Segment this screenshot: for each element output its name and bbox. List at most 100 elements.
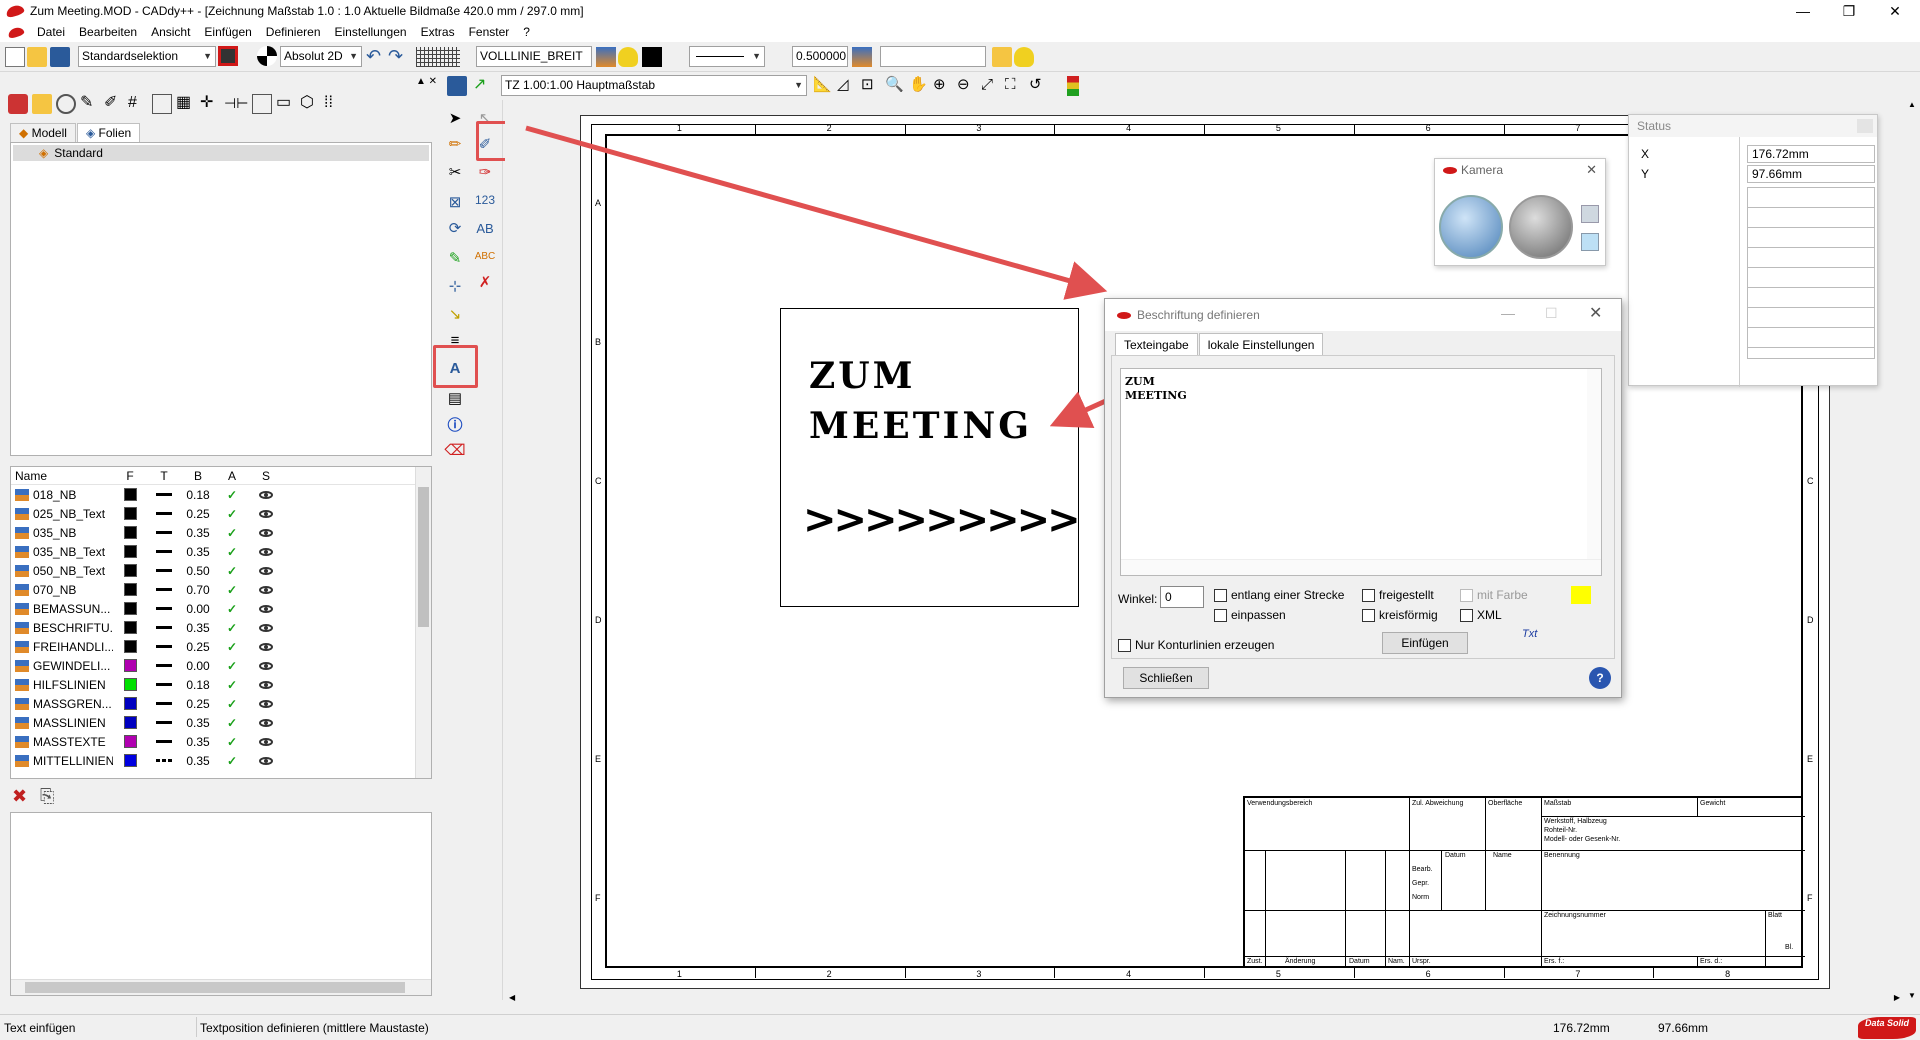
horizontal-scrollbar[interactable] (11, 979, 431, 995)
mit-farbe-checkbox[interactable]: mit Farbe (1460, 588, 1528, 603)
layer-visible-eye-icon[interactable] (249, 545, 283, 559)
layer-width[interactable]: 0.00 (181, 602, 215, 616)
layer-color-cell[interactable] (113, 545, 147, 558)
delete-icon[interactable] (8, 94, 28, 114)
redo-icon[interactable]: ↷ (388, 47, 408, 67)
pencil-icon[interactable]: ✎ (80, 94, 100, 114)
hatch-tool-icon[interactable]: ▤ (443, 386, 467, 410)
col-f[interactable]: F (113, 469, 147, 483)
layer-visible-eye-icon[interactable] (249, 621, 283, 635)
layer-visible-eye-icon[interactable] (249, 564, 283, 578)
col-b[interactable]: B (181, 469, 215, 483)
drawing-text-zum[interactable]: ZUM (809, 355, 916, 397)
layer-active-check-icon[interactable]: ✓ (215, 678, 249, 692)
color-swatch[interactable] (1571, 586, 1591, 604)
tab-lokale-einstellungen[interactable]: lokale Einstellungen (1198, 333, 1324, 356)
help-icon[interactable]: ? (1589, 667, 1611, 689)
printer-icon[interactable] (447, 76, 467, 96)
scroll-right-icon[interactable]: ▶ (1894, 993, 1900, 1002)
layer-width[interactable]: 0.25 (181, 697, 215, 711)
layer-color-cell[interactable] (113, 716, 147, 729)
menu-einfuegen[interactable]: Einfügen (197, 25, 258, 39)
layer-width[interactable]: 0.00 (181, 659, 215, 673)
snap-mode-icon[interactable] (257, 46, 277, 66)
freigestellt-checkbox[interactable]: freigestellt (1362, 588, 1434, 603)
layer-width[interactable]: 0.18 (181, 678, 215, 692)
layer-icon[interactable] (596, 47, 616, 67)
status-close-button[interactable] (1857, 119, 1873, 133)
zoom-fit-icon[interactable]: ⛶ (1005, 76, 1025, 96)
close-button[interactable]: ✕ (1872, 0, 1918, 22)
layer-color-cell[interactable] (113, 488, 147, 501)
col-t[interactable]: T (147, 469, 181, 483)
dimension-tool-icon[interactable]: ↘ (443, 302, 467, 326)
layer-active-check-icon[interactable]: ✓ (215, 659, 249, 673)
layer-visible-eye-icon[interactable] (249, 583, 283, 597)
layer-width[interactable]: 0.25 (181, 640, 215, 654)
layer-row[interactable]: 018_NB 0.18 ✓ (11, 485, 431, 504)
layer-width[interactable]: 0.35 (181, 621, 215, 635)
text-input-area[interactable]: ZUM MEETING (1120, 368, 1602, 576)
zoom-icon[interactable]: 🔍 (885, 76, 905, 96)
pin-icon[interactable]: ▲ ✕ (416, 76, 437, 87)
tree-item-standard[interactable]: ◈ Standard (13, 145, 429, 161)
layer-linetype-cell[interactable] (147, 588, 181, 591)
drawing-vscroll[interactable]: ▲ ▼ (1904, 100, 1920, 1000)
menu-einstellungen[interactable]: Einstellungen (328, 25, 414, 39)
layer-active-check-icon[interactable]: ✓ (215, 488, 249, 502)
menu-datei[interactable]: Datei (30, 25, 72, 39)
layer-visible-eye-icon[interactable] (249, 507, 283, 521)
menu-ansicht[interactable]: Ansicht (144, 25, 197, 39)
table-icon[interactable] (152, 94, 172, 114)
triangle-icon[interactable]: ◿ (837, 76, 857, 96)
layer-active-check-icon[interactable]: ✓ (215, 602, 249, 616)
tab-folien[interactable]: ◈ Folien (76, 123, 141, 142)
layer-active-check-icon[interactable]: ✓ (215, 754, 249, 768)
layer-active-check-icon[interactable]: ✓ (215, 545, 249, 559)
layer-active-check-icon[interactable]: ✓ (215, 621, 249, 635)
txt-import-icon[interactable]: Txt (1522, 628, 1537, 640)
save-icon[interactable] (50, 47, 70, 67)
einfuegen-button[interactable]: Einfügen (1382, 632, 1468, 654)
layer-visible-eye-icon[interactable] (249, 735, 283, 749)
entlang-checkbox[interactable]: entlang einer Strecke (1214, 588, 1344, 603)
layer-width[interactable]: 0.50 (181, 564, 215, 578)
color-black-icon[interactable] (642, 47, 662, 67)
layer-visible-eye-icon[interactable] (249, 526, 283, 540)
redraw-icon[interactable]: ↺ (1029, 76, 1049, 96)
layer-active-check-icon[interactable]: ✓ (215, 564, 249, 578)
col-s[interactable]: S (249, 469, 283, 483)
pencil-tool-icon[interactable]: ✏ (443, 132, 467, 156)
text-hscroll[interactable] (1121, 559, 1601, 575)
selection-filter-icon[interactable] (218, 46, 238, 66)
info-icon[interactable]: ⓘ (443, 412, 467, 436)
schliessen-button[interactable]: Schließen (1123, 667, 1209, 689)
eraser-icon[interactable]: ⌫ (443, 438, 467, 462)
layer-color-cell[interactable] (113, 526, 147, 539)
layer-active-check-icon[interactable]: ✓ (215, 735, 249, 749)
box-icon[interactable]: ▭ (276, 94, 296, 114)
clipboard-icon[interactable]: ⎘ (40, 786, 54, 807)
einpassen-checkbox[interactable]: einpassen (1214, 608, 1286, 623)
coord-mode-combo[interactable]: Absolut 2D ▼ (280, 46, 362, 67)
layer-linetype-cell[interactable] (147, 645, 181, 648)
layer-active-check-icon[interactable]: ✓ (215, 583, 249, 597)
edit-icon[interactable]: ✐ (104, 94, 124, 114)
layer-linetype-cell[interactable] (147, 512, 181, 515)
dimension-icon[interactable]: ⊣⊢ (224, 94, 248, 114)
layer-visible-eye-icon[interactable] (249, 754, 283, 768)
menu-definieren[interactable]: Definieren (259, 25, 328, 39)
layer-color-cell[interactable] (113, 621, 147, 634)
line-width-field[interactable]: 0.500000 (792, 46, 848, 67)
camera-globe-blue-icon[interactable] (1439, 195, 1503, 259)
layer-linetype-cell[interactable] (147, 683, 181, 686)
layer-visible-eye-icon[interactable] (249, 602, 283, 616)
layer-active-check-icon[interactable]: ✓ (215, 507, 249, 521)
scroll-down-icon[interactable]: ▼ (1908, 991, 1916, 1000)
cube-view-blue-icon[interactable] (1581, 233, 1599, 251)
scale-combo[interactable]: TZ 1.00:1.00 Hauptmaßstab ▼ (501, 75, 807, 96)
layer-row[interactable]: BESCHRIFTU... 0.35 ✓ (11, 618, 431, 637)
layer-color-cell[interactable] (113, 602, 147, 615)
folder-icon[interactable] (32, 94, 52, 114)
layer-row[interactable]: 035_NB 0.35 ✓ (11, 523, 431, 542)
